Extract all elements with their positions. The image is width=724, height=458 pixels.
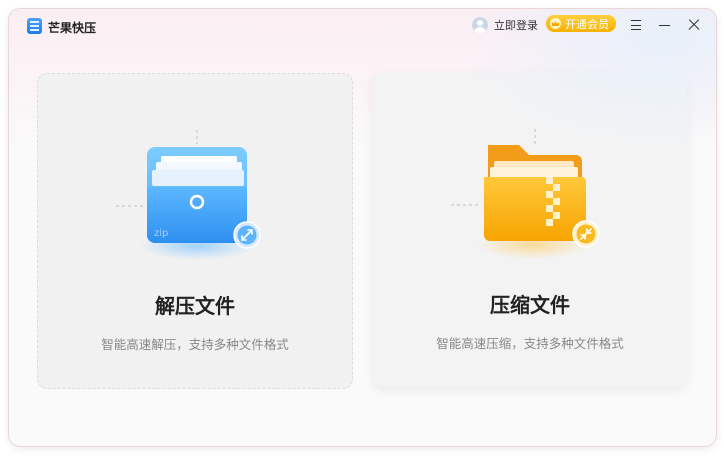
zip-badge-text: zip: [154, 228, 168, 239]
app-title: 芒果快压: [48, 21, 97, 35]
compress-description: 智能高速压缩，支持多种文件格式: [436, 336, 624, 351]
vip-button[interactable]: 开通会员: [546, 15, 616, 32]
app-logo-icon: [27, 18, 42, 34]
extract-files-card[interactable]: zip 解压文件 智能高速解压，支持多种文件格式: [37, 73, 353, 389]
menu-icon[interactable]: [628, 17, 644, 33]
extract-description: 智能高速解压，支持多种文件格式: [101, 337, 289, 352]
compress-title: 压缩文件: [490, 293, 570, 317]
zip-folder-icon: [451, 129, 600, 259]
close-icon[interactable]: [686, 17, 702, 33]
user-avatar-icon: [472, 17, 488, 33]
vip-label: 开通会员: [565, 17, 609, 31]
login-button[interactable]: 立即登录: [472, 15, 538, 35]
crown-icon: [550, 18, 561, 29]
login-label: 立即登录: [494, 19, 538, 32]
extract-title: 解压文件: [155, 294, 235, 318]
compress-files-card[interactable]: 压缩文件 智能高速压缩，支持多种文件格式: [373, 73, 687, 387]
app-window: 芒果快压 立即登录 开通会员 zip 解压文件 智能高速解压，支持多种文件格式 …: [8, 8, 717, 447]
minimize-icon[interactable]: [657, 17, 673, 33]
zip-archive-icon: zip: [116, 130, 261, 260]
title-bar: 芒果快压 立即登录 开通会员: [9, 9, 716, 43]
